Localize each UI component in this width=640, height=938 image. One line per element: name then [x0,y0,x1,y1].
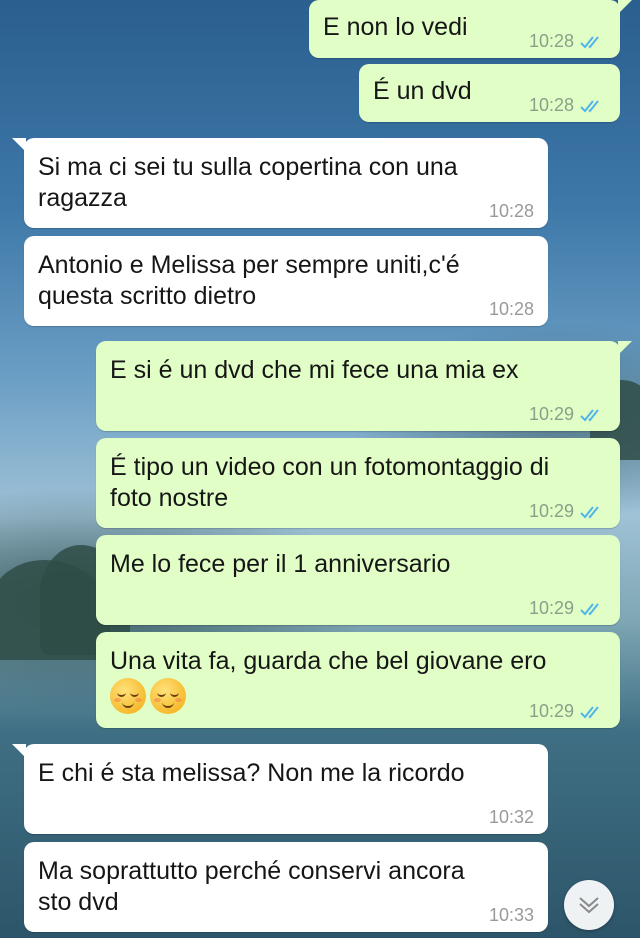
relieved-face-emoji [150,678,186,714]
message-time: 10:28 [528,95,574,115]
message-bubble-outgoing[interactable]: E non lo vedi 10:28 [309,0,632,58]
message-time: 10:28 [488,201,534,221]
message-meta: 10:29 [529,598,606,619]
message-time: 10:29 [528,701,574,721]
message-bubble-outgoing[interactable]: É un dvd 10:28 [359,64,620,122]
message-bubble-outgoing[interactable]: É tipo un video con un fotomontaggio di … [96,438,620,528]
relieved-face-emoji [110,678,146,714]
message-time: 10:29 [528,598,574,618]
emoji-row [110,678,186,714]
bubble-tail [618,0,632,14]
message-meta: 10:33 [489,905,534,926]
bubble-tail [12,138,26,152]
double-check-icon [580,705,599,718]
message-time: 10:33 [488,905,534,925]
message-meta: 10:29 [529,701,606,722]
message-text: Antonio e Melissa per sempre uniti,c'é q… [38,251,460,310]
chevron-down-icon [579,897,599,914]
message-time: 10:32 [488,807,534,827]
bubble-tail [12,744,26,758]
message-meta: 10:28 [489,201,534,222]
message-bubble-incoming[interactable]: Ma soprattutto perché conservi ancora st… [24,842,548,932]
message-time: 10:28 [528,31,574,51]
message-meta: 10:29 [529,404,606,425]
message-bubble-outgoing[interactable]: Me lo fece per il 1 anniversario 10:29 [96,535,620,625]
message-text: Si ma ci sei tu sulla copertina con una … [38,153,458,212]
message-meta: 10:28 [489,299,534,320]
message-text: E si é un dvd che mi fece una mia ex [110,356,519,384]
message-meta: 10:28 [529,31,606,52]
double-check-icon [580,35,599,48]
message-bubble-outgoing[interactable]: E si é un dvd che mi fece una mia ex 10:… [96,341,632,431]
message-text: Ma soprattutto perché conservi ancora st… [38,857,465,916]
message-list[interactable]: E non lo vedi 10:28 É un dvd 10:28 Si ma… [0,0,640,938]
message-time: 10:29 [528,501,574,521]
message-meta: 10:28 [529,95,606,116]
message-text: Una vita fa, guarda che bel giovane ero [110,647,547,675]
message-time: 10:28 [488,299,534,319]
message-meta: 10:32 [489,807,534,828]
message-bubble-incoming[interactable]: Si ma ci sei tu sulla copertina con una … [12,138,548,228]
double-check-icon [580,99,599,112]
double-check-icon [580,408,599,421]
bubble-tail [618,341,632,355]
message-bubble-incoming[interactable]: E chi é sta melissa? Non me la ricordo 1… [12,744,548,834]
double-check-icon [580,505,599,518]
message-time: 10:29 [528,404,574,424]
scroll-to-bottom-button[interactable] [564,880,614,930]
message-text: Me lo fece per il 1 anniversario [110,550,451,578]
message-bubble-incoming[interactable]: Antonio e Melissa per sempre uniti,c'é q… [24,236,548,326]
message-text: E chi é sta melissa? Non me la ricordo [38,759,465,787]
message-meta: 10:29 [529,501,606,522]
double-check-icon [580,602,599,615]
